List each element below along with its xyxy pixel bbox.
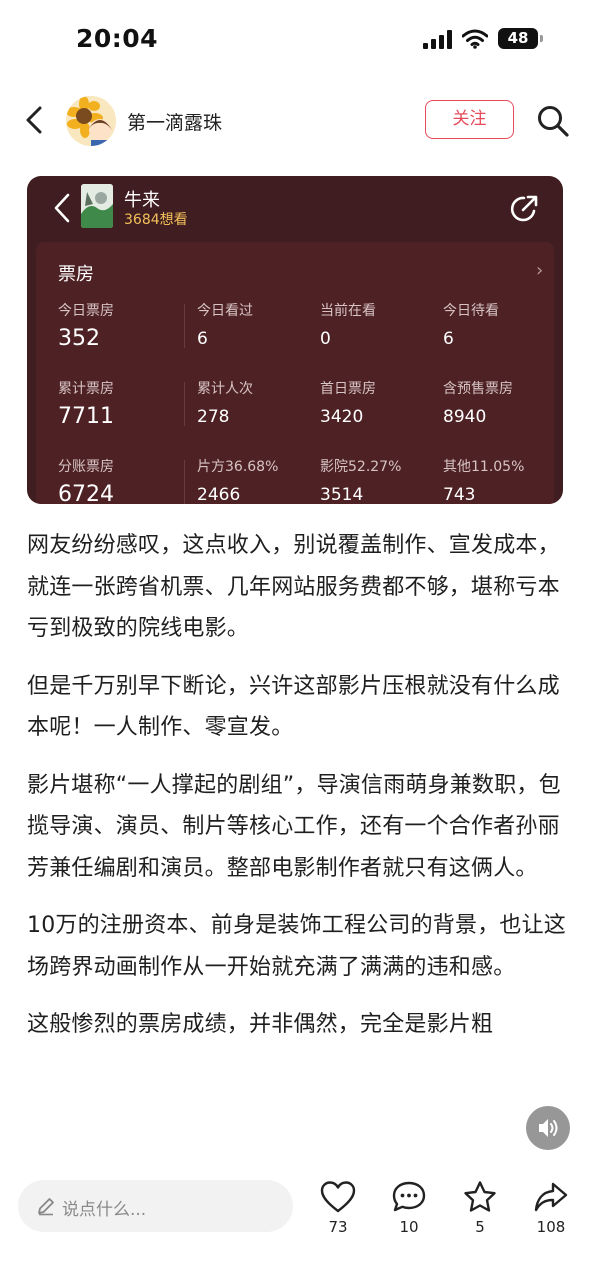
article-paragraph: 10万的注册资本、前身是装饰工程公司的背景，也让这场跨界动画制作从一开始就充满了… bbox=[27, 913, 566, 980]
divider bbox=[184, 460, 185, 504]
movie-poster bbox=[81, 184, 113, 228]
stat-label: 累计人次 bbox=[197, 381, 253, 397]
stat-cell: 影院52.27% 3514 bbox=[320, 456, 401, 504]
favorite-count: 5 bbox=[475, 1218, 485, 1236]
comment-count: 10 bbox=[399, 1218, 419, 1236]
stat-cell: 累计票房 7711 bbox=[58, 378, 114, 429]
like-count: 73 bbox=[328, 1218, 348, 1236]
stat-label: 影院52.27% bbox=[320, 459, 402, 475]
comment-bubble-icon bbox=[392, 1181, 426, 1212]
chevron-left-icon bbox=[54, 193, 70, 223]
stat-cell: 其他11.05% 743 bbox=[443, 456, 524, 504]
status-icons: 48 bbox=[423, 28, 543, 49]
movie-card-header: 牛来 3684想看 bbox=[27, 176, 563, 242]
stat-value: 6724 bbox=[58, 482, 114, 504]
stat-cell: 首日票房 3420 bbox=[320, 378, 376, 427]
favorite-button[interactable]: 5 bbox=[450, 1180, 510, 1236]
share-external-icon bbox=[510, 195, 538, 222]
stat-value: 3514 bbox=[320, 485, 364, 504]
stat-label: 今日票房 bbox=[58, 303, 114, 319]
stat-label: 当前在看 bbox=[320, 303, 376, 319]
stat-label: 其他11.05% bbox=[443, 459, 525, 475]
star-icon bbox=[464, 1181, 496, 1212]
share-button[interactable]: 108 bbox=[521, 1180, 581, 1236]
stat-value: 6 bbox=[443, 329, 454, 349]
stat-label: 分账票房 bbox=[58, 459, 114, 475]
stat-cell: 含预售票房 8940 bbox=[443, 378, 513, 427]
comment-button[interactable]: 10 bbox=[379, 1180, 439, 1236]
divider bbox=[184, 304, 185, 348]
stat-value: 0 bbox=[320, 329, 331, 349]
stat-value: 7711 bbox=[58, 404, 114, 429]
search-icon[interactable] bbox=[536, 104, 570, 138]
comment-placeholder: 说点什么... bbox=[62, 1200, 147, 1220]
stat-value: 352 bbox=[58, 326, 100, 351]
stat-cell: 累计人次 278 bbox=[197, 378, 253, 427]
share-count: 108 bbox=[536, 1218, 566, 1236]
article-header: 第一滴露珠 关注 bbox=[0, 90, 590, 152]
divider bbox=[184, 382, 185, 426]
pencil-icon bbox=[38, 1198, 54, 1216]
heart-icon bbox=[320, 1181, 356, 1213]
stat-cell: 片方36.68% 2466 bbox=[197, 456, 278, 504]
share-arrow-icon bbox=[534, 1182, 568, 1212]
movie-box-office-card[interactable]: 牛来 3684想看 票房 › 今日票房 352 今日看过 6 当前在看 0 今日… bbox=[27, 176, 563, 504]
stat-cell: 分账票房 6724 bbox=[58, 456, 114, 504]
like-button[interactable]: 73 bbox=[308, 1180, 368, 1236]
stat-cell: 当前在看 0 bbox=[320, 300, 376, 349]
chevron-right-icon: › bbox=[536, 260, 544, 281]
stat-value: 278 bbox=[197, 407, 230, 427]
article-paragraph: 这般惨烈的票房成绩，并非偶然，完全是影片粗 bbox=[27, 1012, 494, 1037]
back-icon[interactable] bbox=[20, 104, 48, 136]
bottom-action-bar: 说点什么... 73 10 5 108 bbox=[0, 1160, 590, 1280]
stat-value: 8940 bbox=[443, 407, 487, 427]
article-paragraph: 影片堪称“一人撑起的剧组”，导演信雨萌身兼数职，包揽导演、演员、制片等核心工作，… bbox=[27, 772, 561, 881]
comment-input[interactable]: 说点什么... bbox=[18, 1180, 293, 1232]
stat-cell: 今日票房 352 bbox=[58, 300, 114, 351]
author-name[interactable]: 第一滴露珠 bbox=[127, 108, 222, 135]
stat-value: 2466 bbox=[197, 485, 241, 504]
article-body: 网友纷纷感叹，这点收入，别说覆盖制作、宣发成本，就连一张跨省机票、几年网站服务费… bbox=[27, 525, 567, 1046]
stat-value: 6 bbox=[197, 329, 208, 349]
stat-label: 累计票房 bbox=[58, 381, 114, 397]
want-to-see-count: 3684想看 bbox=[124, 212, 188, 228]
article-paragraph: 但是千万别早下断论，兴许这部影片压根就没有什么成本呢！一人制作、零宣发。 bbox=[27, 673, 560, 741]
cellular-signal-icon bbox=[423, 29, 452, 49]
battery-indicator: 48 bbox=[498, 28, 543, 49]
stat-label: 今日待看 bbox=[443, 303, 499, 319]
stat-label: 首日票房 bbox=[320, 381, 376, 397]
volume-button[interactable] bbox=[526, 1106, 570, 1150]
status-time: 20:04 bbox=[76, 24, 159, 53]
stat-value: 743 bbox=[443, 485, 476, 504]
stat-cell: 今日待看 6 bbox=[443, 300, 499, 349]
speaker-icon bbox=[539, 1119, 558, 1137]
stat-value: 3420 bbox=[320, 407, 364, 427]
stat-label: 含预售票房 bbox=[443, 381, 513, 397]
box-office-title: 票房 bbox=[58, 264, 94, 285]
box-office-panel: 票房 › 今日票房 352 今日看过 6 当前在看 0 今日待看 6 累计票房 … bbox=[36, 242, 554, 504]
status-bar: 20:04 48 bbox=[0, 0, 590, 80]
stat-cell: 今日看过 6 bbox=[197, 300, 253, 349]
author-avatar[interactable] bbox=[66, 96, 116, 146]
stat-label: 片方36.68% bbox=[197, 459, 279, 475]
wifi-icon bbox=[462, 29, 488, 49]
article-paragraph: 网友纷纷感叹，这点收入，别说覆盖制作、宣发成本，就连一张跨省机票、几年网站服务费… bbox=[27, 533, 560, 641]
follow-button[interactable]: 关注 bbox=[425, 100, 514, 139]
stat-label: 今日看过 bbox=[197, 303, 253, 319]
